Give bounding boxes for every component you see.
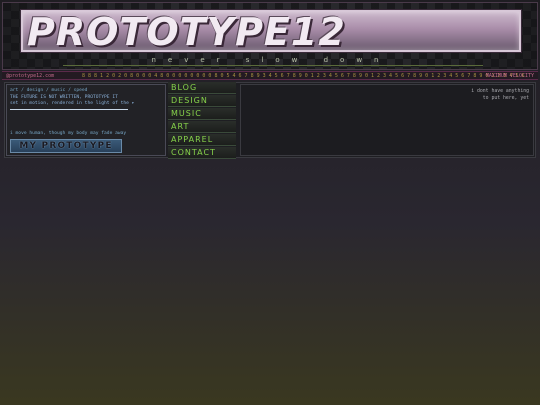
- my-prototype-button[interactable]: MY PROTOTYPE: [10, 139, 122, 153]
- nav-item-art[interactable]: ART: [168, 121, 236, 133]
- infobar-ticker: 8 8 8 1 2 0 2 0 8 0 0 0 4 8 0 0 0 0 0 0 …: [82, 73, 525, 79]
- intro-line-sub: set in motion, rendered in the light of …: [10, 101, 135, 106]
- site-logo[interactable]: PROTOTYPE12: [27, 12, 517, 52]
- content-line-2: to put here, yet: [482, 96, 529, 101]
- intro-line-quote: i move human, though my body may fade aw…: [10, 131, 127, 136]
- intro-divider: [10, 109, 128, 110]
- nav-item-blog[interactable]: BLOG: [168, 82, 236, 94]
- main-nav: BLOG DESIGN MUSIC ART APPAREL CONTACT: [168, 82, 238, 160]
- info-bar: @prototype12.com 8 8 8 1 2 0 2 0 8 0 0 0…: [2, 71, 538, 80]
- intro-line-categories: art / design / music / speed: [10, 88, 88, 93]
- nav-item-design[interactable]: DESIGN: [168, 95, 236, 107]
- nav-item-apparel[interactable]: APPAREL: [168, 134, 236, 146]
- content-area: i dont have anything to put here, yet: [240, 84, 534, 156]
- infobar-left[interactable]: @prototype12.com: [6, 72, 54, 79]
- content-line-1: i dont have anything: [471, 89, 529, 94]
- site-tagline: never slow down: [151, 56, 391, 64]
- intro-box: art / design / music / speed THE FUTURE …: [6, 84, 166, 156]
- tagline-divider: [63, 65, 483, 66]
- infobar-right[interactable]: MAXIMUM VELOCITY: [486, 72, 534, 79]
- site-header: PROTOTYPE12 never slow down: [2, 2, 538, 70]
- nav-item-music[interactable]: MUSIC: [168, 108, 236, 120]
- nav-item-contact[interactable]: CONTACT: [168, 147, 236, 159]
